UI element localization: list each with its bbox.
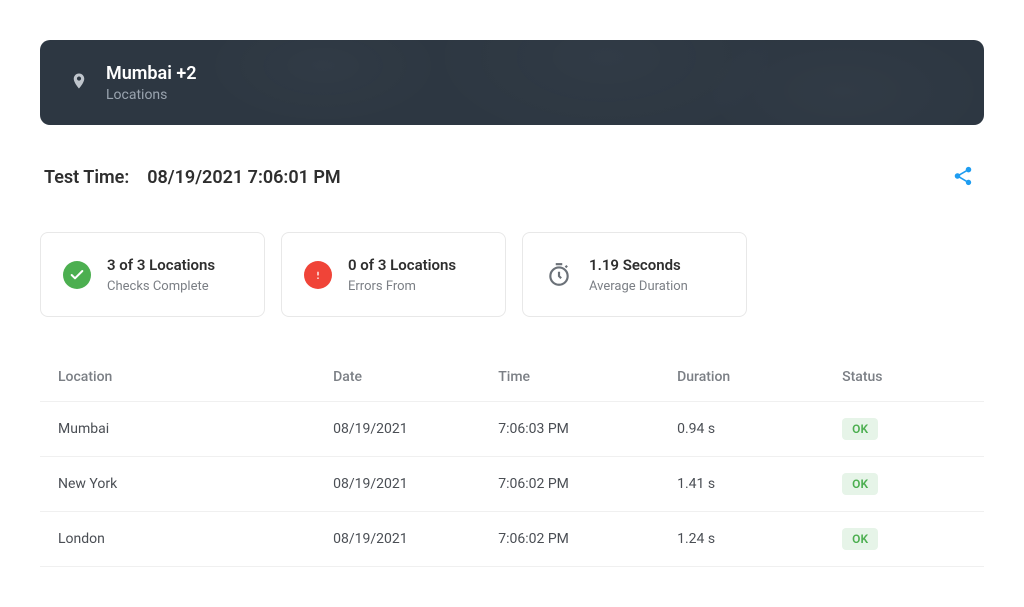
status-badge: OK	[842, 473, 878, 495]
header-subtitle: Locations	[106, 87, 197, 103]
results-table: Location Date Time Duration Status Mumba…	[40, 353, 984, 567]
summary-cards: 3 of 3 Locations Checks Complete 0 of 3 …	[40, 232, 984, 317]
col-date: Date	[333, 369, 498, 385]
table-row[interactable]: London 08/19/2021 7:06:02 PM 1.24 s OK	[40, 512, 984, 567]
errors-sub: Errors From	[348, 279, 456, 294]
share-button[interactable]	[946, 159, 980, 196]
checks-title: 3 of 3 Locations	[107, 255, 215, 276]
cell-date: 08/19/2021	[333, 531, 498, 547]
col-status: Status	[842, 369, 966, 385]
cell-location: New York	[58, 476, 333, 492]
table-row[interactable]: Mumbai 08/19/2021 7:06:03 PM 0.94 s OK	[40, 402, 984, 457]
locations-header: Mumbai +2 Locations	[40, 40, 984, 125]
test-time-label: Test Time:	[44, 167, 129, 188]
col-location: Location	[58, 369, 333, 385]
duration-sub: Average Duration	[589, 279, 688, 294]
checks-complete-card: 3 of 3 Locations Checks Complete	[40, 232, 265, 317]
check-circle-icon	[63, 261, 91, 289]
status-badge: OK	[842, 418, 878, 440]
share-icon	[952, 165, 974, 190]
cell-date: 08/19/2021	[333, 421, 498, 437]
header-title: Mumbai +2	[106, 62, 197, 85]
cell-time: 7:06:03 PM	[498, 421, 677, 437]
test-time-row: Test Time: 08/19/2021 7:06:01 PM	[40, 159, 984, 196]
alert-circle-icon	[304, 261, 332, 289]
cell-duration: 0.94 s	[677, 421, 842, 437]
test-time-value: 08/19/2021 7:06:01 PM	[147, 167, 340, 188]
cell-date: 08/19/2021	[333, 476, 498, 492]
duration-card: 1.19 Seconds Average Duration	[522, 232, 747, 317]
cell-location: London	[58, 531, 333, 547]
table-row[interactable]: New York 08/19/2021 7:06:02 PM 1.41 s OK	[40, 457, 984, 512]
location-pin-icon	[70, 70, 88, 96]
cell-duration: 1.24 s	[677, 531, 842, 547]
cell-duration: 1.41 s	[677, 476, 842, 492]
table-header-row: Location Date Time Duration Status	[40, 353, 984, 402]
cell-time: 7:06:02 PM	[498, 476, 677, 492]
cell-status: OK	[842, 528, 966, 550]
errors-title: 0 of 3 Locations	[348, 255, 456, 276]
col-time: Time	[498, 369, 677, 385]
col-duration: Duration	[677, 369, 842, 385]
cell-time: 7:06:02 PM	[498, 531, 677, 547]
errors-card: 0 of 3 Locations Errors From	[281, 232, 506, 317]
cell-status: OK	[842, 473, 966, 495]
stopwatch-icon	[545, 261, 573, 289]
checks-sub: Checks Complete	[107, 279, 215, 294]
cell-status: OK	[842, 418, 966, 440]
duration-title: 1.19 Seconds	[589, 255, 688, 276]
cell-location: Mumbai	[58, 421, 333, 437]
status-badge: OK	[842, 528, 878, 550]
